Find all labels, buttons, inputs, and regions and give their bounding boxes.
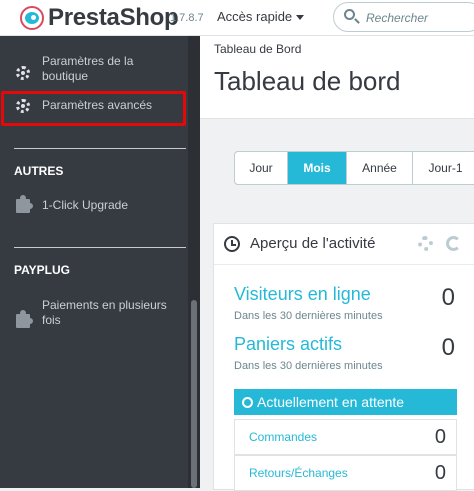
returns-link[interactable]: Retours/Échanges — [249, 466, 348, 480]
highlight-box — [1, 91, 186, 126]
sidebar-section-payplug: PAYPLUG — [14, 263, 71, 277]
returns-value: 0 — [434, 462, 446, 484]
card-header: Aperçu de l'activité — [214, 224, 474, 265]
sidebar-item-label: 1-Click Upgrade — [42, 198, 129, 212]
quick-access-dropdown[interactable]: Accès rapide — [217, 9, 305, 24]
clock-icon — [224, 236, 240, 252]
sidebar-scrollbar-thumb[interactable] — [191, 300, 197, 488]
puzzle-icon — [16, 310, 33, 328]
visitors-subtitle: Dans les 30 dernières minutes — [234, 310, 383, 322]
orders-link[interactable]: Commandes — [249, 430, 317, 444]
visitors-online-link[interactable]: Visiteurs en ligne — [234, 284, 371, 305]
brand-name[interactable]: PrestaShop — [48, 4, 179, 32]
top-header: PrestaShop 1.7.8.7 Accès rapide — [0, 0, 474, 36]
page-title: Tableau de bord — [214, 66, 401, 96]
period-day-button[interactable]: Jour — [235, 152, 288, 184]
period-selector: Jour Mois Année Jour-1 — [234, 151, 474, 185]
activity-overview-card: Aperçu de l'activité Visiteurs en ligne … — [213, 223, 474, 491]
puzzle-icon — [16, 195, 33, 213]
breadcrumb[interactable]: Tableau de Bord — [214, 42, 301, 56]
card-title: Aperçu de l'activité — [250, 235, 376, 252]
pending-returns-row[interactable]: Retours/Échanges 0 — [234, 455, 457, 491]
period-year-button[interactable]: Année — [347, 152, 413, 184]
period-month-button[interactable]: Mois — [288, 152, 347, 184]
period-yesterday-button[interactable]: Jour-1 — [413, 152, 474, 184]
pending-section-header: Actuellement en attente — [234, 389, 457, 415]
active-carts-link[interactable]: Paniers actifs — [234, 334, 342, 355]
sidebar-item-shop-parameters[interactable]: Paramètres de la boutique — [0, 54, 186, 86]
quick-access-label: Accès rapide — [217, 9, 293, 24]
search-box[interactable] — [333, 2, 474, 32]
refresh-icon[interactable] — [446, 236, 461, 251]
orders-value: 0 — [434, 426, 446, 448]
sidebar-item-label: Paiements en plusieurs fois — [42, 298, 167, 327]
gear-icon — [16, 66, 30, 80]
sidebar-divider — [14, 247, 186, 248]
search-input[interactable] — [364, 8, 474, 28]
visitors-value: 0 — [441, 284, 455, 311]
sidebar-item-1-click-upgrade[interactable]: 1-Click Upgrade — [0, 195, 186, 217]
pending-orders-row[interactable]: Commandes 0 — [234, 419, 457, 455]
sidebar-item-label: Paramètres de la boutique — [42, 54, 134, 83]
version-label: 1.7.8.7 — [170, 12, 204, 24]
prestashop-logo-icon[interactable] — [20, 6, 44, 30]
search-icon — [344, 9, 355, 20]
carts-value: 0 — [441, 334, 455, 361]
carts-subtitle: Dans les 30 dernières minutes — [234, 360, 383, 372]
pending-title: Actuellement en attente — [257, 394, 405, 410]
chevron-down-icon — [296, 15, 305, 21]
page-header: Tableau de Bord Tableau de bord — [200, 36, 474, 119]
settings-gear-icon[interactable] — [418, 236, 433, 251]
sidebar-section-autres: AUTRES — [14, 164, 64, 178]
sidebar-divider — [14, 148, 186, 149]
sidebar-item-paiements[interactable]: Paiements en plusieurs fois — [0, 298, 186, 330]
clock-icon — [242, 397, 253, 408]
